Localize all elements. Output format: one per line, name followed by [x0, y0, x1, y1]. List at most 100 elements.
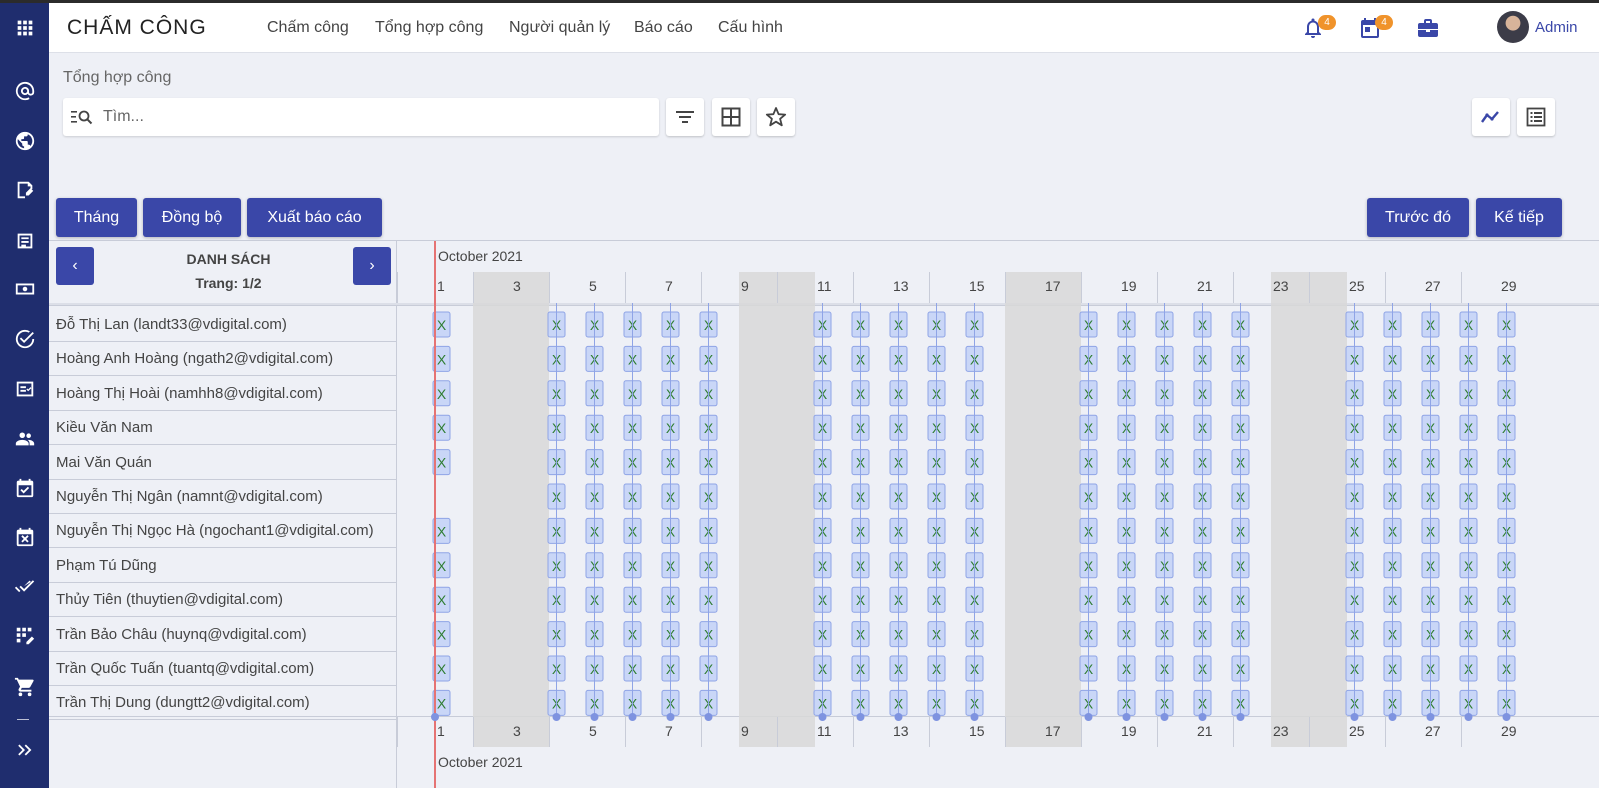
check-circle-icon[interactable] [0, 324, 49, 354]
attendance-mark[interactable]: X [1117, 655, 1136, 682]
attendance-mark[interactable]: X [1421, 449, 1440, 476]
attendance-mark[interactable]: X [585, 414, 604, 441]
attendance-mark[interactable]: X [1117, 414, 1136, 441]
attendance-mark[interactable]: X [623, 621, 642, 648]
attendance-mark[interactable]: X [432, 586, 451, 613]
nav-item-tong-hop-cong[interactable]: Tổng hợp công [375, 19, 483, 37]
attendance-mark[interactable]: X [1421, 586, 1440, 613]
attendance-mark[interactable]: X [889, 586, 908, 613]
attendance-mark[interactable]: X [1117, 380, 1136, 407]
attendance-mark[interactable]: X [813, 689, 832, 716]
attendance-mark[interactable]: X [1117, 483, 1136, 510]
attendance-mark[interactable]: X [1345, 621, 1364, 648]
notification-bell-icon[interactable]: 4 [1298, 13, 1336, 43]
attendance-mark[interactable]: X [1383, 552, 1402, 579]
attendance-mark[interactable]: X [1345, 586, 1364, 613]
attendance-mark[interactable]: X [1497, 483, 1516, 510]
attendance-mark[interactable]: X [699, 655, 718, 682]
attendance-mark[interactable]: X [851, 414, 870, 441]
attendance-mark[interactable]: X [661, 311, 680, 338]
attendance-mark[interactable]: X [889, 449, 908, 476]
attendance-mark[interactable]: X [965, 311, 984, 338]
attendance-mark[interactable]: X [1421, 517, 1440, 544]
attendance-mark[interactable]: X [1193, 517, 1212, 544]
sync-button[interactable]: Đồng bộ [143, 198, 241, 237]
attendance-mark[interactable]: X [1155, 586, 1174, 613]
attendance-mark[interactable]: X [1231, 621, 1250, 648]
attendance-mark[interactable]: X [623, 414, 642, 441]
attendance-mark[interactable]: X [1231, 517, 1250, 544]
next-period-button[interactable]: Kế tiếp [1476, 198, 1562, 237]
attendance-mark[interactable]: X [1459, 414, 1478, 441]
attendance-mark[interactable]: X [1117, 345, 1136, 372]
attendance-mark[interactable]: X [1079, 552, 1098, 579]
attendance-mark[interactable]: X [1345, 689, 1364, 716]
attendance-mark[interactable]: X [1459, 586, 1478, 613]
attendance-mark[interactable]: X [547, 380, 566, 407]
attendance-mark[interactable]: X [1421, 483, 1440, 510]
attendance-mark[interactable]: X [661, 414, 680, 441]
attendance-mark[interactable]: X [699, 517, 718, 544]
attendance-mark[interactable]: X [851, 517, 870, 544]
attendance-mark[interactable]: X [1383, 586, 1402, 613]
attendance-mark[interactable]: X [585, 552, 604, 579]
attendance-mark[interactable]: X [661, 689, 680, 716]
attendance-mark[interactable]: X [1231, 689, 1250, 716]
attendance-mark[interactable]: X [1383, 655, 1402, 682]
attendance-mark[interactable]: X [1383, 517, 1402, 544]
attendance-mark[interactable]: X [1079, 449, 1098, 476]
attendance-mark[interactable]: X [1383, 689, 1402, 716]
attendance-mark[interactable]: X [547, 621, 566, 648]
attendance-mark[interactable]: X [927, 689, 946, 716]
attendance-mark[interactable]: X [813, 414, 832, 441]
attendance-mark[interactable]: X [699, 586, 718, 613]
attendance-mark[interactable]: X [585, 517, 604, 544]
attendance-mark[interactable]: X [432, 621, 451, 648]
at-sign-icon[interactable] [0, 76, 49, 106]
attendance-mark[interactable]: X [1497, 380, 1516, 407]
attendance-mark[interactable]: X [851, 449, 870, 476]
attendance-mark[interactable]: X [623, 311, 642, 338]
attendance-mark[interactable]: X [1345, 552, 1364, 579]
employee-row[interactable]: Trần Bảo Châu (huynq@vdigital.com) [49, 618, 397, 652]
attendance-mark[interactable]: X [1231, 655, 1250, 682]
attendance-mark[interactable]: X [965, 449, 984, 476]
employee-row[interactable]: Kiều Văn Nam [49, 411, 397, 446]
attendance-mark[interactable]: X [547, 655, 566, 682]
attendance-mark[interactable]: X [1459, 483, 1478, 510]
attendance-mark[interactable]: X [661, 621, 680, 648]
attendance-mark[interactable]: X [1421, 689, 1440, 716]
attendance-mark[interactable]: X [1079, 483, 1098, 510]
attendance-mark[interactable]: X [851, 345, 870, 372]
attendance-mark[interactable]: X [1193, 689, 1212, 716]
attendance-mark[interactable]: X [1117, 586, 1136, 613]
attendance-mark[interactable]: X [1421, 621, 1440, 648]
attendance-mark[interactable]: X [1459, 380, 1478, 407]
attendance-mark[interactable]: X [1117, 689, 1136, 716]
attendance-mark[interactable]: X [1193, 345, 1212, 372]
attendance-mark[interactable]: X [623, 449, 642, 476]
attendance-mark[interactable]: X [927, 311, 946, 338]
attendance-mark[interactable]: X [813, 552, 832, 579]
contract-icon[interactable] [0, 175, 49, 205]
month-button[interactable]: Tháng [56, 198, 137, 237]
attendance-mark[interactable]: X [851, 586, 870, 613]
attendance-mark[interactable]: X [547, 311, 566, 338]
list-view-button[interactable] [1517, 98, 1555, 136]
attendance-mark[interactable]: X [1155, 483, 1174, 510]
attendance-mark[interactable]: X [889, 483, 908, 510]
attendance-mark[interactable]: X [585, 311, 604, 338]
attendance-mark[interactable]: X [1421, 311, 1440, 338]
export-report-button[interactable]: Xuất báo cáo [247, 198, 382, 237]
attendance-mark[interactable]: X [965, 345, 984, 372]
cart-icon[interactable] [0, 672, 49, 702]
attendance-mark[interactable]: X [1155, 621, 1174, 648]
attendance-mark[interactable]: X [1459, 345, 1478, 372]
attendance-mark[interactable]: X [585, 689, 604, 716]
attendance-mark[interactable]: X [889, 689, 908, 716]
attendance-mark[interactable]: X [1459, 621, 1478, 648]
attendance-mark[interactable]: X [1079, 345, 1098, 372]
employee-row[interactable]: Hoàng Thị Hoài (namhh8@vdigital.com) [49, 377, 397, 411]
attendance-mark[interactable]: X [1421, 380, 1440, 407]
attendance-mark[interactable]: X [1231, 449, 1250, 476]
